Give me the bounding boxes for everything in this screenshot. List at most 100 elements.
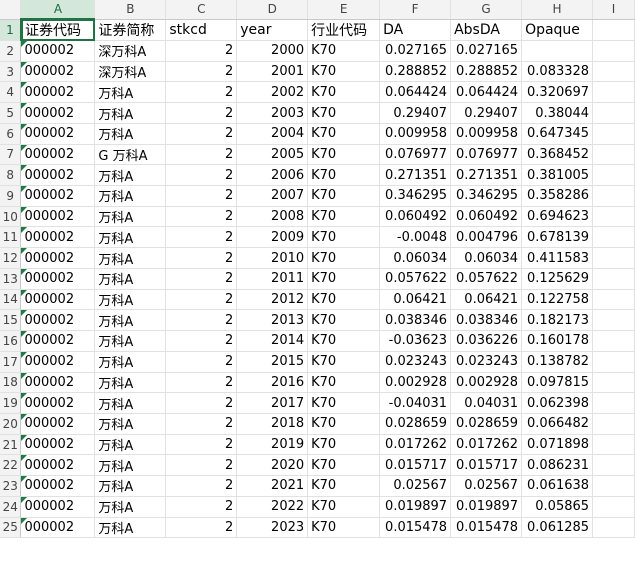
row-header[interactable]: 7 [0,144,22,166]
cell-i1[interactable] [592,19,635,41]
cell-a23[interactable]: 000002 [20,475,96,497]
cell-i6[interactable] [592,123,635,145]
cell-c17[interactable]: 2 [165,351,238,373]
cell-d7[interactable]: 2005 [236,144,309,166]
cell-a20[interactable]: 000002 [20,413,96,435]
cell-g21[interactable]: 0.017262 [450,434,523,456]
cell-g13[interactable]: 0.057622 [450,268,523,290]
cell-h17[interactable]: 0.138782 [521,351,594,373]
cell-e22[interactable]: K70 [307,454,381,477]
row-header[interactable]: 5 [0,102,22,124]
cell-h5[interactable]: 0.38044 [521,102,594,124]
row-header[interactable]: 11 [0,226,22,249]
cell-h19[interactable]: 0.062398 [521,392,594,414]
column-header-c[interactable]: C [165,0,238,20]
cell-b21[interactable]: 万科A [94,434,167,456]
cell-a13[interactable]: 000002 [20,268,96,290]
row-header[interactable]: 6 [0,123,22,145]
cell-h21[interactable]: 0.071898 [521,434,594,456]
cell-i4[interactable] [592,81,635,104]
row-header[interactable]: 8 [0,164,22,187]
cell-f23[interactable]: 0.02567 [379,475,452,497]
cell-b12[interactable]: 万科A [94,247,167,269]
cell-a24[interactable]: 000002 [20,496,96,518]
cell-e12[interactable]: K70 [307,247,381,269]
cell-h16[interactable]: 0.160178 [521,330,594,352]
cell-g10[interactable]: 0.060492 [450,206,523,228]
cell-f25[interactable]: 0.015478 [379,517,452,539]
cell-b7[interactable]: G 万科A [94,144,167,166]
cell-h15[interactable]: 0.182173 [521,309,594,332]
cell-h12[interactable]: 0.411583 [521,247,594,269]
cell-b1[interactable]: 证券简称 [94,19,167,41]
cell-b25[interactable]: 万科A [94,517,167,539]
cell-d20[interactable]: 2018 [236,413,309,435]
column-header-f[interactable]: F [379,0,452,20]
cell-a14[interactable]: 000002 [20,289,96,311]
cell-g5[interactable]: 0.29407 [450,102,523,124]
cell-d5[interactable]: 2003 [236,102,309,124]
cell-i12[interactable] [592,247,635,269]
cell-e6[interactable]: K70 [307,123,381,145]
cell-e23[interactable]: K70 [307,475,381,497]
row-header[interactable]: 17 [0,351,22,373]
cell-e7[interactable]: K70 [307,144,381,166]
cell-c6[interactable]: 2 [165,123,238,145]
cell-i20[interactable] [592,413,635,435]
cell-d13[interactable]: 2011 [236,268,309,290]
cell-b13[interactable]: 万科A [94,268,167,290]
cell-d17[interactable]: 2015 [236,351,309,373]
cell-h14[interactable]: 0.122758 [521,289,594,311]
cell-a21[interactable]: 000002 [20,434,96,456]
cell-i7[interactable] [592,144,635,166]
cell-i18[interactable] [592,372,635,394]
row-header[interactable]: 19 [0,392,22,414]
cell-d11[interactable]: 2009 [236,226,309,249]
cell-f20[interactable]: 0.028659 [379,413,452,435]
cell-d19[interactable]: 2017 [236,392,309,414]
cell-e19[interactable]: K70 [307,392,381,414]
cell-f2[interactable]: 0.027165 [379,40,452,62]
cell-a11[interactable]: 000002 [20,226,96,249]
cell-a12[interactable]: 000002 [20,247,96,269]
cell-e13[interactable]: K70 [307,268,381,290]
cell-g1[interactable]: AbsDA [450,19,523,41]
cell-b23[interactable]: 万科A [94,475,167,497]
cell-c7[interactable]: 2 [165,144,238,166]
cell-g22[interactable]: 0.015717 [450,454,523,477]
cell-c20[interactable]: 2 [165,413,238,435]
cell-i14[interactable] [592,289,635,311]
cell-g11[interactable]: 0.004796 [450,226,523,249]
cell-f14[interactable]: 0.06421 [379,289,452,311]
cell-c19[interactable]: 2 [165,392,238,414]
cell-a16[interactable]: 000002 [20,330,96,352]
cell-e25[interactable]: K70 [307,517,381,539]
row-header[interactable]: 12 [0,247,22,269]
cell-e14[interactable]: K70 [307,289,381,311]
cell-e10[interactable]: K70 [307,206,381,228]
select-all-corner[interactable] [0,0,22,20]
cell-b6[interactable]: 万科A [94,123,167,145]
column-header-a[interactable]: A [20,0,96,20]
cell-d1[interactable]: year [236,19,309,41]
column-header-d[interactable]: D [236,0,309,20]
cell-c24[interactable]: 2 [165,496,238,518]
cell-d14[interactable]: 2012 [236,289,309,311]
cell-c15[interactable]: 2 [165,309,238,332]
cell-b8[interactable]: 万科A [94,164,167,187]
cell-f1[interactable]: DA [379,19,452,41]
cell-d25[interactable]: 2023 [236,517,309,539]
row-header[interactable]: 16 [0,330,22,352]
cell-c18[interactable]: 2 [165,372,238,394]
cell-c13[interactable]: 2 [165,268,238,290]
cell-b11[interactable]: 万科A [94,226,167,249]
cell-c8[interactable]: 2 [165,164,238,187]
cell-f4[interactable]: 0.064424 [379,81,452,104]
cell-i8[interactable] [592,164,635,187]
cell-h18[interactable]: 0.097815 [521,372,594,394]
cell-h24[interactable]: 0.05865 [521,496,594,518]
cell-i5[interactable] [592,102,635,124]
row-header[interactable]: 25 [0,517,22,539]
cell-h9[interactable]: 0.358286 [521,185,594,207]
cell-a5[interactable]: 000002 [20,102,96,124]
